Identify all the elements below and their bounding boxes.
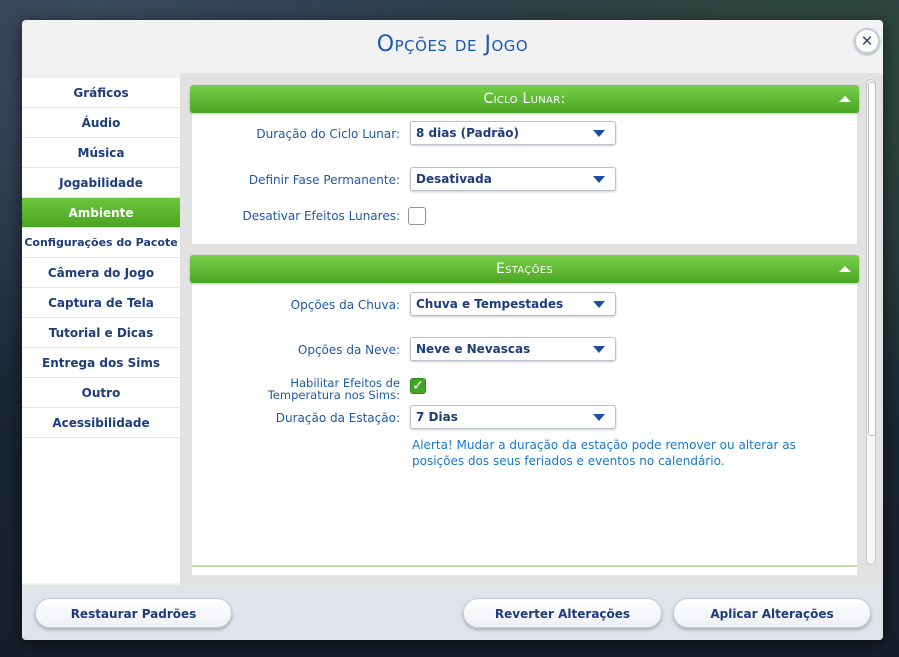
lunar-cycle-header-label: Ciclo Lunar: xyxy=(483,91,566,107)
seasons-header[interactable]: Estações xyxy=(190,255,859,283)
chevron-down-icon xyxy=(593,176,605,183)
close-button[interactable]: ✕ xyxy=(854,28,880,54)
seasons-panel: Estações Opções da Chuva: Chuva e Tempes… xyxy=(190,255,859,575)
chevron-down-icon xyxy=(593,130,605,137)
sidebar-item-outro[interactable]: Outro xyxy=(22,378,180,408)
sidebar-item-ambiente[interactable]: Ambiente xyxy=(22,198,180,228)
lunar-phase-dropdown[interactable]: Desativada xyxy=(410,167,616,191)
sidebar-item-jogabilidade[interactable]: Jogabilidade xyxy=(22,168,180,198)
temperature-effects-label-line2: Temperatura nos Sims: xyxy=(267,388,400,402)
rain-options-value: Chuva e Tempestades xyxy=(416,297,564,311)
chevron-down-icon xyxy=(593,414,605,421)
sidebar-item-camera[interactable]: Câmera do Jogo xyxy=(22,258,180,288)
lunar-phase-label: Definir Fase Permanente: xyxy=(248,173,400,187)
sidebar-item-graficos[interactable]: Gráficos xyxy=(22,78,180,108)
panel-divider xyxy=(192,565,857,567)
sidebar-item-acessibilidade[interactable]: Acessibilidade xyxy=(22,408,180,438)
game-options-dialog: Opções de Jogo ✕ Gráficos Áudio Música J… xyxy=(22,20,883,640)
scrollbar[interactable] xyxy=(866,79,876,565)
lunar-duration-dropdown[interactable]: 8 dias (Padrão) xyxy=(410,121,616,145)
revert-changes-button[interactable]: Reverter Alterações xyxy=(463,598,662,628)
lunar-phase-value: Desativada xyxy=(416,172,492,186)
rain-options-label: Opções da Chuva: xyxy=(290,298,400,312)
rain-options-dropdown[interactable]: Chuva e Tempestades xyxy=(410,292,616,316)
snow-options-dropdown[interactable]: Neve e Nevascas xyxy=(410,337,616,361)
restore-defaults-button[interactable]: Restaurar Padrões xyxy=(35,598,232,628)
collapse-icon xyxy=(839,266,851,272)
apply-changes-button[interactable]: Aplicar Alterações xyxy=(673,598,871,628)
sidebar-item-entrega[interactable]: Entrega dos Sims xyxy=(22,348,180,378)
temperature-effects-checkbox[interactable]: ✓ xyxy=(410,378,426,394)
season-duration-label: Duração da Estação: xyxy=(275,411,400,425)
sidebar-item-configuracoes-pacote[interactable]: Configurações do Pacote xyxy=(22,228,180,258)
sidebar-item-tutorial[interactable]: Tutorial e Dicas xyxy=(22,318,180,348)
chevron-down-icon xyxy=(593,301,605,308)
sidebar-item-audio[interactable]: Áudio xyxy=(22,108,180,138)
temperature-effects-label: Habilitar Efeitos de Temperatura nos Sim… xyxy=(268,377,400,401)
lunar-duration-value: 8 dias (Padrão) xyxy=(416,126,520,140)
lunar-cycle-panel: Ciclo Lunar: Duração do Ciclo Lunar: 8 d… xyxy=(190,85,859,244)
lunar-duration-label: Duração do Ciclo Lunar: xyxy=(256,127,400,141)
checkmark-icon: ✓ xyxy=(412,378,424,394)
season-duration-alert: Alerta! Mudar a duração da estação pode … xyxy=(412,438,796,468)
dialog-title: Opções de Jogo xyxy=(376,32,529,57)
lunar-effects-checkbox[interactable] xyxy=(408,207,426,225)
options-sidebar: Gráficos Áudio Música Jogabilidade Ambie… xyxy=(22,78,180,583)
snow-options-value: Neve e Nevascas xyxy=(416,342,531,356)
season-duration-value: 7 Dias xyxy=(416,410,458,424)
snow-options-label: Opções da Neve: xyxy=(297,343,400,357)
sidebar-item-captura[interactable]: Captura de Tela xyxy=(22,288,180,318)
dialog-footer: Restaurar Padrões Reverter Alterações Ap… xyxy=(22,585,883,640)
close-icon: ✕ xyxy=(860,31,874,50)
season-duration-dropdown[interactable]: 7 Dias xyxy=(410,405,616,429)
scrollbar-thumb[interactable] xyxy=(868,82,876,436)
sidebar-item-musica[interactable]: Música xyxy=(22,138,180,168)
lunar-cycle-header[interactable]: Ciclo Lunar: xyxy=(190,85,859,113)
seasons-header-label: Estações xyxy=(495,261,554,277)
lunar-effects-label: Desativar Efeitos Lunares: xyxy=(242,209,401,223)
chevron-down-icon xyxy=(593,346,605,353)
collapse-icon xyxy=(839,96,851,102)
settings-content: Ciclo Lunar: Duração do Ciclo Lunar: 8 d… xyxy=(180,73,883,585)
